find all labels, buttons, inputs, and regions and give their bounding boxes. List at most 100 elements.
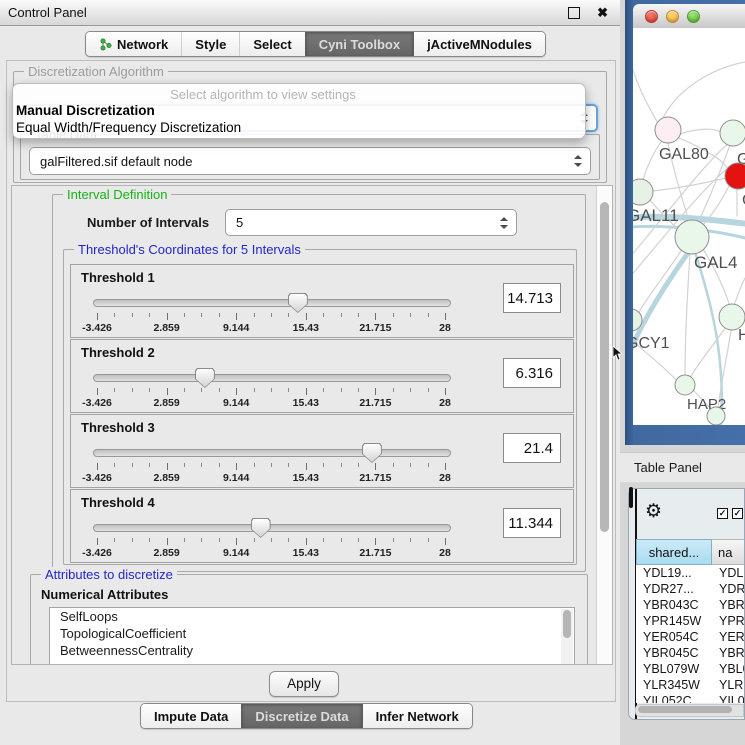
num-intervals-combobox[interactable]: 5: [225, 209, 517, 236]
list-scrollbar[interactable]: [561, 609, 573, 665]
table-row[interactable]: YIL052CYIL0: [636, 693, 744, 703]
cell-name: YLR3: [719, 677, 744, 693]
checkbox-checked-icon[interactable]: ✓: [732, 508, 743, 519]
apply-button[interactable]: Apply: [269, 671, 339, 697]
popup-option-manual[interactable]: Manual Discretization: [16, 103, 155, 118]
tick-label: 28: [439, 472, 451, 484]
threshold-value-field[interactable]: 14.713: [503, 283, 561, 313]
tab-discretize-data[interactable]: Discretize Data: [241, 704, 361, 728]
cell-shared-name: YLR345W: [643, 677, 700, 693]
slider-tick: [375, 313, 376, 320]
tab-jactivemnodules[interactable]: jActiveMNodules: [413, 32, 545, 56]
slider-tick: [167, 313, 168, 320]
column-header-name[interactable]: na: [712, 539, 744, 565]
scrollbar-thumb[interactable]: [600, 202, 609, 532]
close-icon[interactable]: ✖: [597, 0, 608, 25]
table-row[interactable]: YLR345W YLR3: [636, 677, 744, 693]
slider-tick: [306, 313, 307, 320]
slider-handle[interactable]: [362, 443, 382, 463]
cell-shared-name: YDR27...: [643, 581, 694, 597]
settings-vertical-scrollbar[interactable]: [596, 186, 612, 664]
float-window-icon[interactable]: [568, 7, 580, 19]
threshold-value-field[interactable]: 6.316: [503, 358, 561, 388]
column-header-shared-name[interactable]: shared...: [636, 539, 712, 565]
table-row[interactable]: YPR145WYPR1: [636, 613, 744, 629]
threshold-slider[interactable]: -3.4262.8599.14415.4321.71528: [71, 366, 511, 412]
threshold-slider[interactable]: -3.4262.8599.14415.4321.71528: [71, 516, 511, 562]
tab-impute-data[interactable]: Impute Data: [141, 704, 241, 728]
mac-zoom-button[interactable]: [687, 10, 700, 23]
slider-handle[interactable]: [195, 368, 215, 388]
split-columns-icon[interactable]: [629, 487, 633, 508]
slider-track[interactable]: [93, 299, 451, 307]
network-canvas[interactable]: GAL80GCGAL11GAL4GCY1HHAP2: [633, 28, 745, 425]
network-node[interactable]: [633, 179, 653, 205]
slider-tick: [271, 313, 272, 317]
slider-tick: [358, 538, 359, 542]
slider-track[interactable]: [93, 524, 451, 532]
slider-tick: [236, 538, 237, 545]
network-edge: [680, 129, 721, 134]
slider-tick: [254, 538, 255, 542]
checkbox-checked-icon[interactable]: ✓: [717, 508, 728, 519]
table-row[interactable]: YDR27...YDR2: [636, 581, 744, 597]
slider-tick: [149, 313, 150, 317]
network-node[interactable]: [707, 407, 725, 425]
threshold-slider[interactable]: -3.4262.8599.14415.4321.71528: [71, 441, 511, 487]
tab-network[interactable]: Network: [86, 32, 181, 56]
slider-tick: [254, 313, 255, 317]
tick-label: 21.715: [359, 322, 391, 334]
slider-tick: [167, 388, 168, 395]
slider-track[interactable]: [93, 449, 451, 457]
threshold-value-field[interactable]: 11.344: [503, 508, 561, 538]
slider-tick: [132, 463, 133, 467]
tab-label: Network: [117, 37, 168, 52]
slider-tick: [445, 463, 446, 470]
popup-option-equal-width[interactable]: Equal Width/Frequency Discretization: [16, 120, 241, 135]
tick-label: 9.144: [223, 322, 249, 334]
slider-track[interactable]: [93, 374, 451, 382]
slider-handle[interactable]: [288, 293, 308, 313]
tab-label: Style: [195, 37, 226, 52]
network-node[interactable]: [675, 375, 695, 395]
slider-tick: [393, 313, 394, 317]
numerical-attributes-list[interactable]: SelfLoopsTopologicalCoefficientBetweenne…: [49, 607, 575, 665]
table-row[interactable]: YBR043CYBR0: [636, 597, 744, 613]
list-scrollbar-thumb[interactable]: [563, 610, 571, 638]
table-row[interactable]: YER054CYER0: [636, 629, 744, 645]
list-item[interactable]: BetweennessCentrality: [50, 642, 574, 659]
network-node[interactable]: [655, 117, 681, 143]
tab-cyni-toolbox[interactable]: Cyni Toolbox: [305, 32, 413, 56]
slider-tick: [254, 463, 255, 467]
table-row[interactable]: YBR045CYBR0: [636, 645, 744, 661]
gear-icon[interactable]: ⚙: [645, 501, 662, 523]
slider-tick: [410, 463, 411, 467]
slider-tick: [201, 463, 202, 467]
tab-style[interactable]: Style: [181, 32, 239, 56]
threshold-slider[interactable]: -3.4262.8599.14415.4321.71528: [71, 291, 511, 337]
table-horizontal-scrollbar[interactable]: [635, 704, 744, 717]
mac-close-button[interactable]: [645, 10, 658, 23]
tab-label: Infer Network: [376, 709, 459, 724]
slider-tick: [97, 313, 98, 320]
slider-tick: [428, 538, 429, 542]
scrollbar-thumb[interactable]: [638, 706, 732, 713]
tick-label: 15.43: [293, 472, 319, 484]
network-node[interactable]: [675, 220, 709, 254]
node-table[interactable]: shared... na YDL19...YDL1YDR27...YDR2YBR…: [636, 539, 744, 703]
network-node[interactable]: [720, 120, 745, 146]
slider-handle[interactable]: [251, 518, 271, 538]
slider-tick: [358, 463, 359, 467]
threshold-value-field[interactable]: 21.4: [503, 433, 561, 463]
slider-tick: [236, 313, 237, 320]
mac-minimize-button[interactable]: [666, 10, 679, 23]
tab-select[interactable]: Select: [239, 32, 304, 56]
table-data-combobox[interactable]: galFiltered.sif default node: [29, 147, 591, 175]
list-item[interactable]: SelfLoops: [50, 608, 574, 625]
list-item[interactable]: TopologicalCoefficient: [50, 625, 574, 642]
table-row[interactable]: YBL079WYBL0: [636, 661, 744, 677]
group-title: Threshold's Coordinates for 5 Intervals: [74, 242, 305, 257]
tab-infer-network[interactable]: Infer Network: [362, 704, 472, 728]
network-node[interactable]: [725, 163, 745, 189]
table-row[interactable]: YDL19...YDL1: [636, 565, 744, 581]
